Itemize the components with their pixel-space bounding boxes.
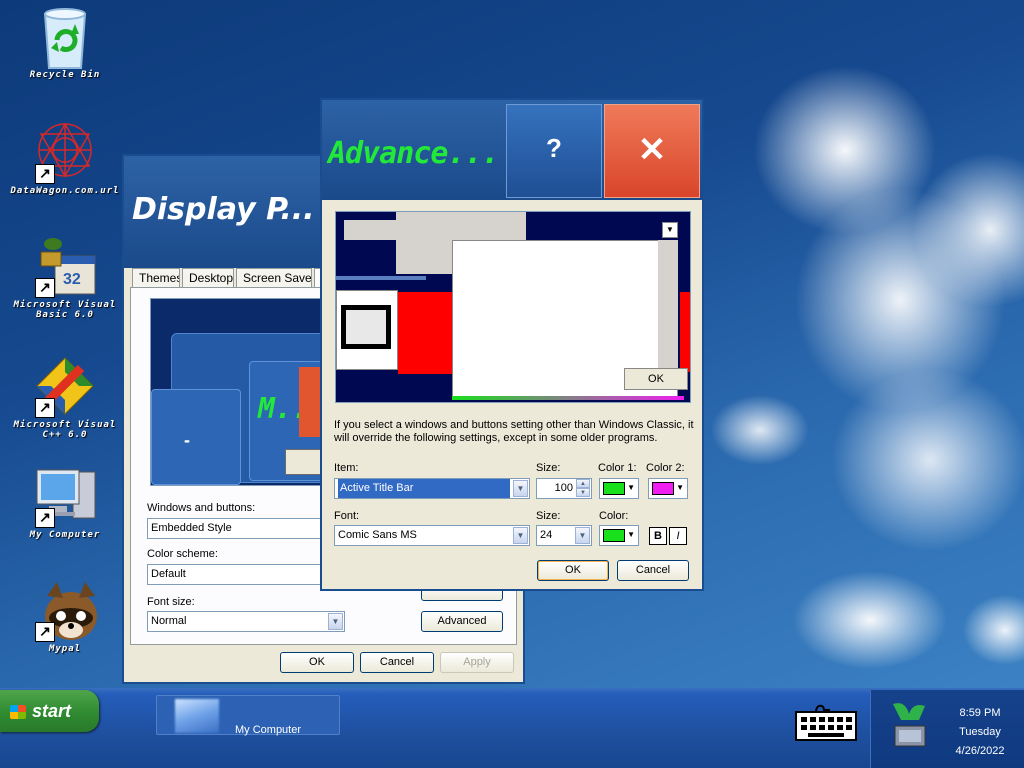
color-scheme-select[interactable]: Default bbox=[147, 564, 327, 585]
chevron-down-icon: ▼ bbox=[662, 222, 678, 238]
ok-button[interactable]: OK bbox=[537, 560, 609, 581]
keyboard-icon[interactable] bbox=[794, 702, 858, 742]
start-label: start bbox=[32, 701, 72, 721]
font-size-label: Size: bbox=[536, 510, 561, 522]
item-preview-area[interactable]: ▼ OK bbox=[335, 211, 691, 403]
visual-basic-icon: 32 ↗ bbox=[33, 234, 97, 298]
mypal-browser-icon: ↗ bbox=[33, 578, 97, 642]
item-label: Item: bbox=[334, 462, 359, 474]
windows-logo-icon bbox=[10, 705, 26, 719]
color2-label: Color 2: bbox=[646, 462, 685, 474]
item-size-value: 100 bbox=[554, 482, 573, 494]
override-description: If you select a windows and buttons sett… bbox=[334, 419, 694, 444]
cancel-button[interactable]: Cancel bbox=[617, 560, 689, 581]
item-value: Active Title Bar bbox=[338, 479, 510, 498]
font-size-value: 24 bbox=[540, 529, 553, 541]
font-color-chip bbox=[603, 529, 625, 542]
desktop-icon-visual-basic[interactable]: 32 ↗ Microsoft Visual Basic 6.0 bbox=[6, 234, 124, 320]
tab-themes[interactable]: Themes bbox=[132, 268, 180, 288]
taskbar-button-my-computer[interactable]: My Computer bbox=[156, 695, 340, 736]
preview-ok-button: OK bbox=[624, 368, 688, 390]
font-color-picker[interactable]: ▼ bbox=[599, 525, 639, 546]
tab-screen-saver[interactable]: Screen Saver bbox=[236, 268, 312, 288]
spin-down-icon[interactable]: ▼ bbox=[576, 488, 590, 497]
advanced-title-bar[interactable]: Advance... ? ✕ bbox=[322, 100, 702, 200]
network-icon[interactable] bbox=[885, 698, 935, 754]
desktop-icon-my-computer[interactable]: ↗ My Computer bbox=[6, 464, 124, 540]
windows-buttons-label: Windows and buttons: bbox=[147, 502, 256, 514]
desktop-icon-mypal[interactable]: ↗ Mypal bbox=[6, 578, 124, 654]
font-size-select[interactable]: Normal ▼ bbox=[147, 611, 345, 632]
system-tray: 8:59 PM Tuesday 4/26/2022 bbox=[870, 690, 1024, 768]
font-color-label: Color: bbox=[599, 510, 629, 522]
window-title: Display P... bbox=[132, 192, 315, 227]
color-scheme-value: Default bbox=[151, 568, 186, 580]
chevron-down-icon: ▼ bbox=[676, 483, 684, 492]
advanced-appearance-dialog: Advance... ? ✕ ▼ OK If you select a wind… bbox=[320, 98, 704, 591]
shortcut-arrow-icon: ↗ bbox=[35, 508, 55, 528]
font-label: Font: bbox=[334, 510, 360, 522]
shortcut-arrow-icon: ↗ bbox=[35, 622, 55, 642]
taskbar-button-label: My Computer bbox=[235, 724, 302, 736]
desktop-icon-recycle-bin[interactable]: Recycle Bin bbox=[6, 4, 124, 80]
chevron-down-icon: ▼ bbox=[575, 527, 590, 544]
recycle-bin-icon bbox=[33, 4, 97, 69]
clock-time: 8:59 PM bbox=[959, 707, 1001, 719]
chevron-down-icon: ▼ bbox=[328, 613, 343, 630]
cancel-button[interactable]: Cancel bbox=[360, 652, 434, 673]
item-select[interactable]: Active Title Bar ▼ bbox=[334, 478, 530, 499]
visual-cpp-icon: ↗ bbox=[33, 354, 97, 418]
color1-picker[interactable]: ▼ bbox=[599, 478, 639, 499]
clock-date: 4/26/2022 bbox=[955, 745, 1005, 757]
clock-day: Tuesday bbox=[959, 726, 1001, 738]
font-size-label: Font size: bbox=[147, 596, 195, 608]
desktop-icon-label: DataWagon.com.url bbox=[10, 186, 120, 196]
font-size-value: Normal bbox=[151, 615, 187, 627]
color-scheme-label: Color scheme: bbox=[147, 548, 218, 560]
color1-chip bbox=[603, 482, 625, 495]
color2-picker[interactable]: ▼ bbox=[648, 478, 688, 499]
font-value: Comic Sans MS bbox=[338, 529, 417, 541]
chevron-down-icon: ▼ bbox=[513, 480, 528, 497]
web-shortcut-icon: ↗ bbox=[33, 120, 97, 184]
font-select[interactable]: Comic Sans MS ▼ bbox=[334, 525, 530, 546]
windows-buttons-value: Embedded Style bbox=[151, 522, 232, 534]
italic-toggle[interactable]: I bbox=[669, 527, 687, 545]
appearance-preview: - M.. bbox=[150, 298, 330, 486]
shortcut-arrow-icon: ↗ bbox=[35, 398, 55, 418]
color2-chip bbox=[652, 482, 674, 495]
font-size-select[interactable]: 24 ▼ bbox=[536, 525, 592, 546]
item-size-stepper[interactable]: 100 ▲ ▼ bbox=[536, 478, 592, 499]
windows-buttons-select[interactable]: Embedded Style bbox=[147, 518, 327, 539]
item-size-label: Size: bbox=[536, 462, 561, 474]
close-icon: ✕ bbox=[637, 131, 667, 169]
my-computer-icon bbox=[175, 699, 219, 733]
clock[interactable]: 8:59 PM Tuesday 4/26/2022 bbox=[950, 704, 1010, 761]
desktop-icon-datawagon[interactable]: ↗ DataWagon.com.url bbox=[6, 120, 124, 196]
apply-button[interactable]: Apply bbox=[440, 652, 514, 673]
help-button[interactable]: ? bbox=[506, 104, 602, 198]
dialog-title: Advance... bbox=[328, 136, 500, 171]
tab-desktop[interactable]: Desktop bbox=[182, 268, 234, 288]
bold-toggle[interactable]: B bbox=[649, 527, 667, 545]
start-button[interactable]: start bbox=[0, 690, 99, 732]
spin-up-icon[interactable]: ▲ bbox=[576, 479, 590, 488]
shortcut-arrow-icon: ↗ bbox=[35, 278, 55, 298]
help-icon: ? bbox=[546, 133, 562, 163]
desktop-icon-label: Microsoft Visual C++ 6.0 bbox=[13, 420, 117, 440]
desktop-icon-visual-cpp[interactable]: ↗ Microsoft Visual C++ 6.0 bbox=[6, 354, 124, 440]
chevron-down-icon: ▼ bbox=[513, 527, 528, 544]
shortcut-arrow-icon: ↗ bbox=[35, 164, 55, 184]
svg-text:32: 32 bbox=[63, 271, 81, 288]
chevron-down-icon: ▼ bbox=[627, 530, 635, 539]
advanced-button[interactable]: Advanced bbox=[421, 611, 503, 632]
chevron-down-icon: ▼ bbox=[627, 483, 635, 492]
preview-minimize-glyph: - bbox=[184, 430, 190, 450]
taskbar: start My Computer 8:59 PM Tuesday 4/26/2… bbox=[0, 688, 1024, 768]
my-computer-icon: ↗ bbox=[33, 464, 97, 528]
color1-label: Color 1: bbox=[598, 462, 637, 474]
ok-button[interactable]: OK bbox=[280, 652, 354, 673]
close-button[interactable]: ✕ bbox=[604, 104, 700, 198]
